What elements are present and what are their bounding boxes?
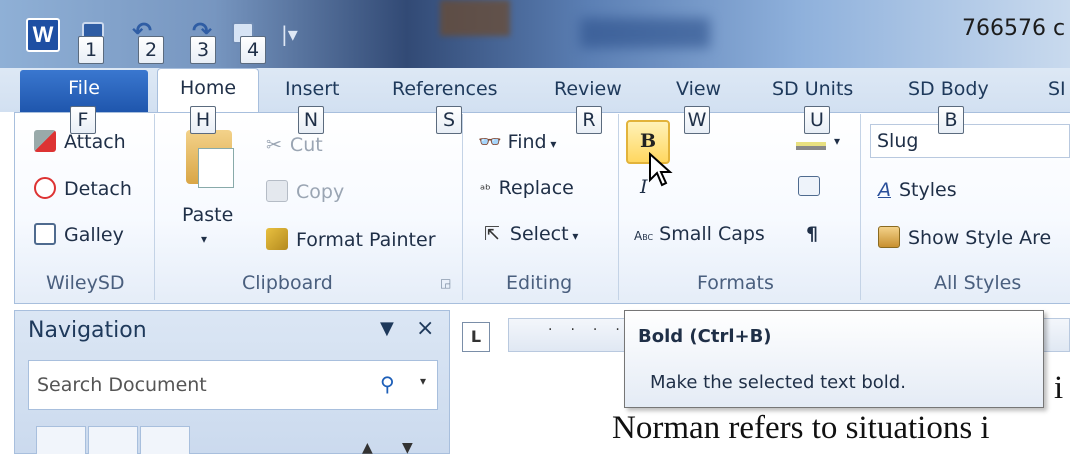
copy-button[interactable]: Copy [266,180,344,203]
detach-button[interactable]: Detach [34,177,132,200]
small-caps-label: Small Caps [659,223,765,245]
keytip: N [298,106,324,134]
clipboard-launcher-icon[interactable]: ◲ [440,276,451,290]
keytip: R [576,106,602,134]
search-dropdown-icon[interactable]: ▾ [420,374,426,388]
detach-icon [34,177,56,199]
styles-label: Styles [899,179,957,201]
group-divider [618,114,619,300]
select-label: Select [509,223,569,245]
group-label-formats: Formats [697,272,774,294]
find-label: Find [507,131,547,153]
select-dropdown-icon: ▾ [568,229,579,243]
keytip: F [70,106,96,134]
tab-si[interactable]: SI [1048,78,1066,100]
attach-label: Attach [64,131,126,153]
tooltip-description: Make the selected text bold. [650,372,906,393]
tab-review[interactable]: Review [554,78,622,100]
document-text[interactable]: Norman refers to situations i [612,410,990,447]
copy-icon [266,180,288,202]
select-button[interactable]: ⇱ Select ▾ [484,223,578,245]
group-divider [462,114,463,300]
keytip: 1 [78,36,104,64]
format-painter-label: Format Painter [296,229,436,251]
keytip: U [804,106,830,134]
tooltip-title: Bold (Ctrl+B) [638,326,772,347]
nav-tab-headings[interactable] [36,426,86,454]
tab-references[interactable]: References [392,78,498,100]
spelling-icon[interactable] [798,176,820,196]
galley-label: Galley [64,224,124,246]
previous-icon[interactable]: ▲ [362,440,373,454]
copy-label: Copy [296,181,345,203]
tab-sd-units[interactable]: SD Units [772,78,853,100]
group-divider [860,114,861,300]
tab-view[interactable]: View [676,78,721,100]
highlight-color-icon[interactable] [796,142,826,150]
mouse-cursor-icon [649,152,673,187]
select-arrow-icon: ⇱ [484,223,500,245]
find-dropdown-icon: ▾ [546,137,557,151]
background-photo [580,18,710,48]
styles-button[interactable]: A Styles [878,179,957,201]
attach-icon [34,130,56,152]
keytip: 2 [138,36,164,64]
search-input[interactable]: Search Document [28,360,438,410]
group-label-all-styles: All Styles [934,272,1022,294]
paste-sheet-icon [198,148,234,188]
group-label-editing: Editing [506,272,573,294]
keytip: S [436,106,462,134]
word-app-icon[interactable]: W [26,18,60,52]
cut-button[interactable]: ✂ Cut [266,134,323,156]
close-icon[interactable]: × [416,316,434,341]
tab-insert[interactable]: Insert [285,78,340,100]
format-painter-button[interactable]: Format Painter [266,228,436,251]
nav-tab-results[interactable] [140,426,190,454]
replace-button[interactable]: ᵃᵇ Replace [480,177,574,199]
show-style-area-label: Show Style Are [908,227,1052,249]
show-marks-button[interactable]: ¶ [806,223,818,245]
small-caps-icon: Abc [634,229,654,243]
detach-label: Detach [64,178,132,200]
binoculars-icon: 👓 [478,131,502,153]
keytip: W [684,106,710,134]
navigation-menu-icon[interactable]: ▼ [380,318,394,339]
style-area-icon [878,226,900,248]
background-photo [440,0,510,36]
galley-button[interactable]: Galley [34,223,124,246]
keytip: 3 [190,36,216,64]
cut-label: Cut [289,134,323,156]
keytip: 4 [240,36,266,64]
group-label-wileysd: WileySD [46,272,125,294]
find-button[interactable]: 👓 Find ▾ [478,130,556,153]
group-divider [154,114,155,300]
window-title: 766576 c [962,16,1066,41]
galley-icon [34,223,56,245]
search-icon[interactable]: ⚲ [380,372,395,396]
paste-dropdown-icon[interactable]: ▾ [201,232,207,246]
small-caps-button[interactable]: Abc Small Caps [634,223,765,245]
document-text[interactable]: i [1054,370,1063,407]
paste-button[interactable]: Paste [182,204,233,226]
tab-selector[interactable]: L [462,322,490,352]
nav-tab-pages[interactable] [88,426,138,454]
replace-icon: ᵃᵇ [480,183,491,198]
highlight-dropdown-icon[interactable]: ▾ [834,134,840,148]
next-icon[interactable]: ▼ [402,440,413,454]
scissors-icon: ✂ [266,134,282,156]
keytip: H [190,106,216,134]
brush-icon [266,228,288,250]
style-combo[interactable]: Slug [870,124,1070,158]
tooltip [624,310,1044,408]
navigation-title: Navigation [28,318,147,343]
replace-label: Replace [498,177,574,199]
styles-icon: A [878,179,891,201]
show-style-area-button[interactable]: Show Style Are [878,226,1051,249]
qat-customize-icon[interactable]: |▾ [281,22,298,46]
italic-button[interactable]: I [640,176,648,198]
tab-sd-body[interactable]: SD Body [908,78,989,100]
keytip: B [938,106,964,134]
group-label-clipboard: Clipboard [242,272,333,294]
